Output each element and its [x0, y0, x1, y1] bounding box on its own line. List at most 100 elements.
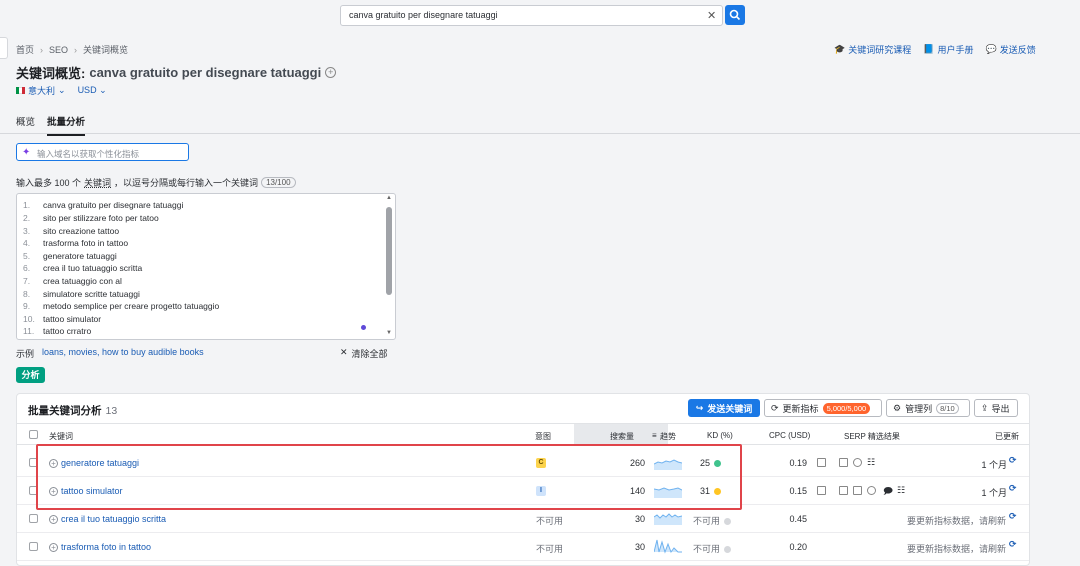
currency-select[interactable]: USD ⌄ — [78, 85, 107, 96]
domain-input[interactable]: ✦ 输入域名以获取个性化指标 — [16, 143, 189, 161]
cpc-value: 0.20 — [789, 542, 807, 552]
updated-value: 要更新指标数据，请刷新 — [907, 516, 1007, 526]
add-plus-icon: + — [49, 514, 58, 524]
results-title: 批量关键词分析 13 — [28, 405, 118, 417]
trend-sparkline — [654, 539, 682, 554]
search-icon — [729, 9, 741, 21]
columns-badge: 8/10 — [936, 402, 959, 414]
analyze-button[interactable]: 分析 — [16, 367, 45, 383]
th-cpc[interactable]: CPC (USD) — [769, 431, 810, 440]
select-all-checkbox[interactable] — [29, 430, 38, 439]
database-select[interactable]: 意大利 ⌄ — [16, 84, 66, 97]
course-link[interactable]: 🎓 关键词研究课程 — [834, 43, 911, 56]
chevron-down-icon: ⌄ — [58, 85, 66, 95]
intent-value: 不可用 — [536, 544, 564, 554]
updated-value: 1 个月 — [981, 488, 1007, 498]
scrollbar-thumb[interactable] — [386, 207, 392, 295]
close-icon: ✕ — [340, 347, 348, 357]
breadcrumb-home[interactable]: 首页 — [16, 43, 34, 56]
th-updated[interactable]: 已更新 — [995, 431, 1019, 442]
updated-value: 1 个月 — [981, 460, 1007, 470]
top-links: 🎓 关键词研究课程 📘 用户手册 💬 发送反馈 — [834, 43, 1036, 56]
volume-value: 30 — [634, 542, 645, 552]
row-checkbox[interactable] — [29, 514, 38, 523]
th-trend[interactable]: 趋势 — [660, 431, 676, 442]
scroll-up-icon[interactable]: ▲ — [386, 195, 392, 201]
comment-icon: 💬 — [985, 44, 997, 54]
keyword-count-badge: 13/100 — [261, 177, 296, 188]
send-keywords-button[interactable]: ↪ 发送关键词 — [688, 399, 760, 417]
th-serp[interactable]: SERP 精选结果 — [844, 431, 900, 442]
kd-value: 不可用 — [693, 542, 732, 555]
gear-icon: ⚙ — [893, 402, 902, 413]
gallery-icon — [853, 486, 862, 495]
th-intent[interactable]: 意图 — [535, 431, 551, 442]
th-kd[interactable]: KD (%) — [707, 431, 733, 440]
th-keyword[interactable]: 关键词 — [49, 431, 73, 442]
serp-link-icon — [817, 458, 826, 467]
export-button[interactable]: ⇪ 导出 — [974, 399, 1018, 417]
book-icon: 📘 — [923, 44, 935, 54]
sort-icon[interactable]: ≡ — [652, 431, 657, 440]
serp-link-icon — [817, 486, 826, 495]
chevron-down-icon: ⌄ — [99, 85, 107, 95]
kd-value: 不可用 — [693, 514, 732, 527]
italy-flag-icon — [16, 87, 25, 94]
image-icon — [839, 486, 848, 495]
search-button[interactable] — [725, 5, 745, 25]
assistant-dot-icon — [361, 325, 366, 330]
sidebar-toggle[interactable] — [0, 37, 8, 59]
keyword-link[interactable]: + trasforma foto in tattoo — [49, 542, 151, 552]
manage-columns-button[interactable]: ⚙ 管理列 8/10 — [886, 399, 970, 417]
table-header: 关键词 意图 搜索量 ≡ 趋势 KD (%) CPC (USD) SERP 精选… — [17, 423, 1029, 445]
manual-link[interactable]: 📘 用户手册 — [923, 43, 973, 56]
scroll-down-icon[interactable]: ▼ — [386, 330, 392, 336]
video-icon — [867, 486, 876, 495]
list-icon: ☷ — [867, 457, 876, 467]
keyword-help-link[interactable]: 关键词 — [84, 176, 111, 189]
add-plus-icon: + — [49, 542, 58, 552]
page-title: 关键词概览: canva gratuito per disegnare tatu… — [16, 63, 337, 82]
top-search-input[interactable]: canva gratuito per disegnare tatuaggi ✕ — [340, 5, 723, 26]
keyword-hint: 输入最多 100 个 关键词 ，以逗号分隔或每行输入一个关键词 13/100 — [16, 176, 296, 189]
th-volume[interactable]: 搜索量 — [610, 431, 634, 442]
table-row: + trasforma foto in tattoo 不可用 30 不可用 0.2… — [17, 533, 1029, 561]
sparkle-icon: ✦ — [22, 147, 31, 158]
share-arrow-icon: ↪ — [695, 402, 704, 413]
volume-value: 30 — [634, 514, 645, 524]
update-metrics-button[interactable]: ⟳ 更新指标 5,000/5,000 — [764, 399, 882, 417]
refresh-row-icon[interactable]: ⟳ — [1009, 539, 1017, 550]
cpc-value: 0.19 — [789, 458, 807, 468]
clear-all-button[interactable]: ✕ 清除全部 — [340, 347, 388, 360]
comment-icon: 🗩 — [883, 486, 893, 496]
highlight-box — [36, 444, 742, 510]
refresh-icon: ⟳ — [771, 402, 779, 413]
clear-search-icon[interactable]: ✕ — [707, 9, 716, 22]
kd-dot — [724, 546, 732, 554]
refresh-row-icon[interactable]: ⟳ — [1009, 511, 1017, 522]
examples-link[interactable]: loans, movies, how to buy audible books — [42, 347, 204, 360]
database-row: 意大利 ⌄ USD ⌄ — [16, 84, 107, 97]
upload-icon: ⇪ — [981, 402, 989, 413]
kd-dot — [724, 518, 732, 526]
breadcrumb: 首页 › SEO › 关键词概览 — [16, 43, 128, 56]
top-search-query: canva gratuito per disegnare tatuaggi — [349, 10, 498, 20]
feedback-link[interactable]: 💬 发送反馈 — [985, 43, 1035, 56]
page-title-keyword: canva gratuito per disegnare tatuaggi — [89, 65, 322, 80]
chevron-right-icon: › — [74, 44, 78, 55]
row-checkbox[interactable] — [29, 542, 38, 551]
breadcrumb-seo[interactable]: SEO — [49, 45, 68, 55]
cpc-value: 0.15 — [789, 486, 807, 496]
add-plus-icon[interactable]: + — [325, 67, 337, 78]
cpc-value: 0.45 — [789, 514, 807, 524]
update-limit-badge: 5,000/5,000 — [822, 402, 871, 414]
refresh-row-icon[interactable]: ⟳ — [1009, 455, 1017, 466]
tab-divider — [0, 133, 1080, 134]
image-icon — [839, 458, 848, 467]
keyword-link[interactable]: + crea il tuo tatuaggio scritta — [49, 514, 166, 524]
refresh-row-icon[interactable]: ⟳ — [1009, 483, 1017, 494]
keyword-textarea[interactable]: 1. canva gratuito per disegnare tatuaggi … — [16, 193, 396, 340]
breadcrumb-current: 关键词概览 — [83, 45, 129, 55]
examples-row: 示例 loans, movies, how to buy audible boo… — [16, 347, 204, 360]
video-icon — [853, 458, 862, 467]
